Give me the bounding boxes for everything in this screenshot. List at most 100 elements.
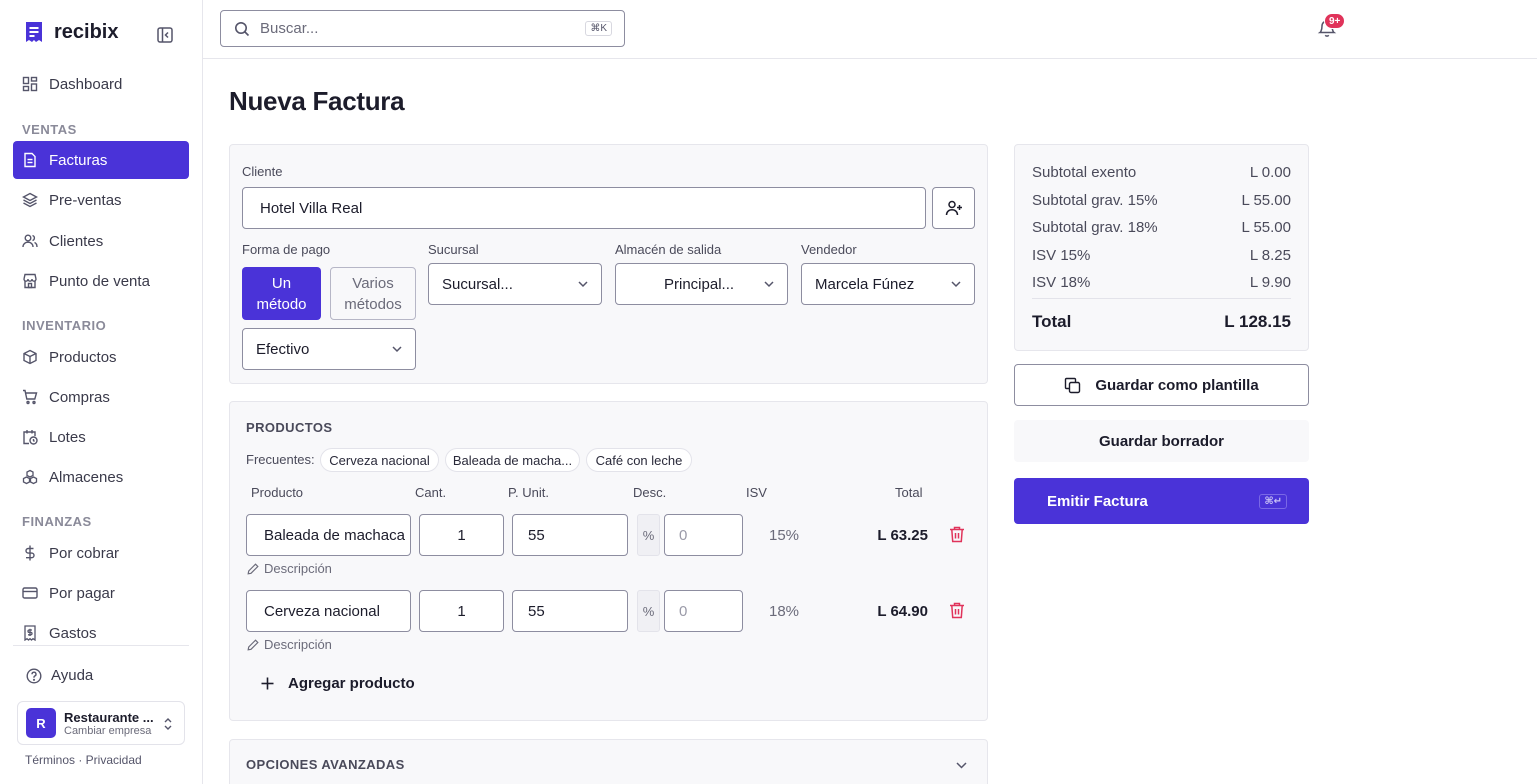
sidebar-divider xyxy=(13,645,189,646)
summary-row: Subtotal exento L 0.00 xyxy=(1032,164,1291,181)
almacen-value: Principal... xyxy=(664,275,735,293)
invoice-icon xyxy=(24,152,36,168)
frequent-chip[interactable]: Baleada de macha... xyxy=(445,448,580,472)
brand-name: recibix xyxy=(54,20,119,43)
pencil-icon xyxy=(247,638,259,651)
chevron-down-icon xyxy=(578,281,588,288)
users-icon xyxy=(22,234,38,248)
summary-divider xyxy=(1032,298,1291,299)
calendar-clock-icon xyxy=(23,430,38,445)
varios-metodos-button[interactable]: Varios métodos xyxy=(330,267,416,320)
summary-row: ISV 15% L 8.25 xyxy=(1032,247,1291,264)
discount-type-toggle[interactable]: % xyxy=(637,590,660,632)
summary-total: Total L 128.15 xyxy=(1032,312,1291,331)
chevron-down-icon xyxy=(951,281,961,288)
add-description-link[interactable]: Descripción xyxy=(247,637,332,652)
section-label-finanzas: FINANZAS xyxy=(22,514,92,529)
search-icon xyxy=(235,21,250,36)
company-switcher[interactable]: R Restaurante ... Cambiar empresa xyxy=(17,701,185,745)
sucursal-select[interactable]: Sucursal... xyxy=(428,263,602,305)
un-metodo-button[interactable]: Un método xyxy=(242,267,321,320)
company-name: Restaurante ... xyxy=(64,709,154,725)
product-input[interactable]: Cerveza nacional xyxy=(246,590,411,632)
sidebar-item-lotes[interactable]: Lotes xyxy=(13,418,189,456)
col-header-desc: Desc. xyxy=(633,485,667,500)
emit-invoice-button[interactable]: Emitir Factura ⌘↵ xyxy=(1014,478,1309,524)
sidebar-item-punto-de-venta[interactable]: Punto de venta xyxy=(13,262,189,300)
cart-icon xyxy=(23,389,38,405)
user-plus-icon xyxy=(945,200,962,216)
sidebar-collapse-icon[interactable] xyxy=(156,26,174,44)
sidebar-item-preventas[interactable]: Pre-ventas xyxy=(13,181,189,219)
almacen-select[interactable]: Principal... xyxy=(615,263,788,305)
dollar-icon xyxy=(25,545,35,561)
trash-icon[interactable] xyxy=(949,526,965,543)
sucursal-value: Sucursal... xyxy=(442,275,513,293)
company-avatar: R xyxy=(26,708,56,738)
boxes-icon xyxy=(22,469,38,485)
pencil-icon xyxy=(247,562,259,575)
sidebar-item-facturas[interactable]: Facturas xyxy=(13,141,189,179)
quantity-input[interactable]: 1 xyxy=(419,590,504,632)
topbar: ⌘K 9+ xyxy=(203,0,1537,59)
advanced-options-title: OPCIONES AVANZADAS xyxy=(246,757,405,772)
col-header-producto: Producto xyxy=(251,485,304,500)
emit-shortcut: ⌘↵ xyxy=(1259,494,1287,509)
sidebar-item-clientes[interactable]: Clientes xyxy=(13,222,189,260)
credit-card-icon xyxy=(22,587,38,599)
search-input[interactable] xyxy=(260,20,560,37)
product-input[interactable]: Baleada de machaca xyxy=(246,514,411,556)
cliente-field[interactable]: Hotel Villa Real xyxy=(242,187,926,229)
summary-row: Subtotal grav. 18% L 55.00 xyxy=(1032,219,1291,236)
search-box[interactable]: ⌘K xyxy=(220,10,625,47)
save-template-button[interactable]: Guardar como plantilla xyxy=(1014,364,1309,406)
add-client-button[interactable] xyxy=(932,187,975,229)
store-icon xyxy=(23,273,37,289)
row-total: L 63.25 xyxy=(877,527,928,544)
metodo-value: Efectivo xyxy=(256,340,310,358)
unit-price-input[interactable]: 55 xyxy=(512,590,628,632)
unit-price-input[interactable]: 55 xyxy=(512,514,628,556)
legal-links[interactable]: Términos · Privacidad xyxy=(25,753,142,767)
discount-input[interactable]: 0 xyxy=(664,514,743,556)
chevrons-up-down-icon xyxy=(164,718,172,730)
sidebar: recibix Dashboard VENTAS Facturas Pre-ve… xyxy=(0,0,203,784)
sidebar-item-compras[interactable]: Compras xyxy=(13,378,189,416)
notification-badge: 9+ xyxy=(1324,13,1346,29)
trash-icon[interactable] xyxy=(949,602,965,619)
cliente-value: Hotel Villa Real xyxy=(260,199,363,217)
add-description-link[interactable]: Descripción xyxy=(247,561,332,576)
section-label-ventas: VENTAS xyxy=(22,122,77,137)
add-product-button[interactable]: Agregar producto xyxy=(261,675,415,692)
sidebar-item-dashboard[interactable]: Dashboard xyxy=(13,65,189,103)
quantity-input[interactable]: 1 xyxy=(419,514,504,556)
frequent-chip[interactable]: Cerveza nacional xyxy=(320,448,439,472)
save-draft-button[interactable]: Guardar borrador xyxy=(1014,420,1309,462)
col-header-total: Total xyxy=(895,485,923,500)
col-header-isv: ISV xyxy=(746,485,767,500)
vendedor-select[interactable]: Marcela Fúnez xyxy=(801,263,975,305)
sidebar-item-productos[interactable]: Productos xyxy=(13,338,189,376)
metodo-select[interactable]: Efectivo xyxy=(242,328,416,370)
search-shortcut: ⌘K xyxy=(585,21,612,36)
chevron-down-icon[interactable] xyxy=(955,760,968,770)
brand[interactable]: recibix xyxy=(24,20,118,44)
sidebar-item-gastos[interactable]: Gastos xyxy=(13,614,189,652)
summary-row: ISV 18% L 9.90 xyxy=(1032,274,1291,291)
sidebar-item-almacenes[interactable]: Almacenes xyxy=(13,458,189,496)
sidebar-item-por-pagar[interactable]: Por pagar xyxy=(13,574,189,612)
copy-icon xyxy=(1065,377,1081,393)
company-info: Restaurante ... Cambiar empresa xyxy=(64,710,154,737)
col-header-cant: Cant. xyxy=(415,485,447,500)
discount-input[interactable]: 0 xyxy=(664,590,743,632)
chevron-down-icon xyxy=(392,346,402,353)
plus-icon xyxy=(261,677,274,690)
frequent-chip[interactable]: Café con leche xyxy=(586,448,692,472)
help-link[interactable]: Ayuda xyxy=(26,667,93,684)
company-switch-label: Cambiar empresa xyxy=(64,724,152,737)
receipt-logo-icon xyxy=(26,22,42,42)
sidebar-item-por-cobrar[interactable]: Por cobrar xyxy=(13,534,189,572)
discount-type-toggle[interactable]: % xyxy=(637,514,660,556)
help-icon xyxy=(26,667,42,684)
col-header-punit: P. Unit. xyxy=(508,485,549,500)
